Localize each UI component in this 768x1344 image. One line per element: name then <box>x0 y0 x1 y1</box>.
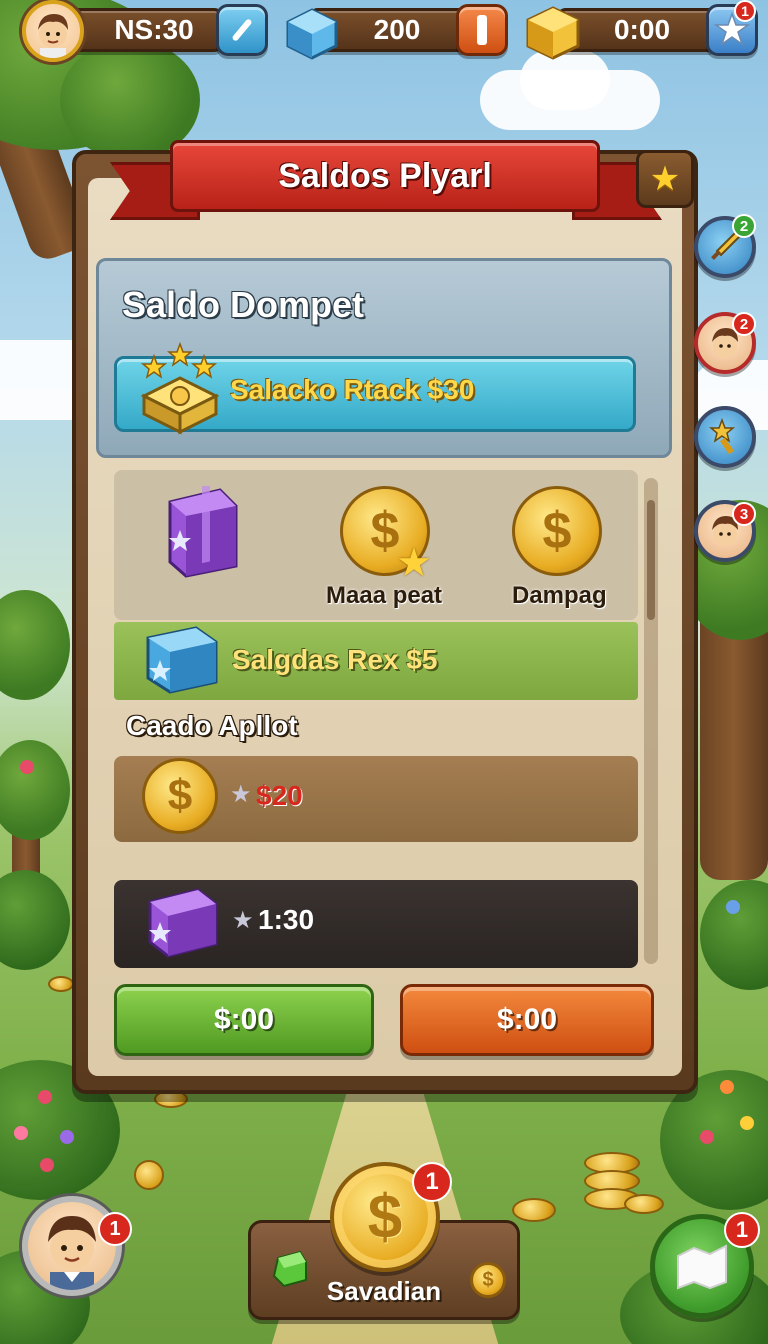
resource-3-value: 0:00 <box>613 14 671 45</box>
blue-gem-icon <box>284 6 340 67</box>
shop-label: Savadian <box>326 1276 442 1306</box>
wallet-balance-text: Salacko Rtack $30 <box>230 374 475 405</box>
item-label-3: Dampag <box>512 582 607 609</box>
side-badge-2: 2 <box>732 312 756 336</box>
orange-pause-button[interactable] <box>456 4 508 56</box>
profile-badge: 1 <box>98 1212 132 1246</box>
panel-title: Saldos Plyarl <box>278 156 492 195</box>
side-button-quest[interactable] <box>694 406 756 468</box>
green-reward-text: Salgdas Rex $5 <box>232 644 438 675</box>
orange-action-button[interactable]: $:00 <box>400 984 654 1056</box>
side-badge-1: 2 <box>732 214 756 238</box>
pencil-icon <box>232 19 252 41</box>
gold-coin-icon[interactable]: $ <box>512 486 602 576</box>
star-icon: ★ <box>396 541 432 585</box>
star-badge: 1 <box>734 0 756 22</box>
shop-badge: 1 <box>412 1162 452 1202</box>
blue-box-icon <box>142 618 222 703</box>
purple-box-icon[interactable] <box>160 483 242 583</box>
dollar-coin-icon: $ <box>367 1182 403 1252</box>
reward-row-box-value: 1:30 <box>258 904 315 935</box>
orange-button-label: $:00 <box>496 1003 558 1036</box>
reward-row-coin-value: $20 <box>256 780 303 811</box>
green-action-button[interactable]: $:00 <box>114 984 374 1056</box>
favorite-button[interactable]: ★ <box>636 150 694 208</box>
orange-pause-icon <box>477 15 487 45</box>
title-ribbon: Saldos Plyarl <box>110 140 662 222</box>
edit-button[interactable] <box>216 4 268 56</box>
gold-coin-icon: $ <box>142 758 218 834</box>
silver-star-icon: ★ <box>230 781 252 808</box>
item-label-2: Maaa peat <box>326 582 443 609</box>
resource-pill-1: NS:30 <box>64 8 224 52</box>
top-bar: NS:30 200 0:00 1 <box>0 0 768 62</box>
map-icon <box>677 1244 727 1290</box>
section-label: Caado Apllot <box>126 710 298 741</box>
side-badge-4: 3 <box>732 502 756 526</box>
avatar-icon <box>38 14 68 58</box>
purple-box-icon <box>144 882 220 967</box>
player-avatar[interactable] <box>22 0 84 62</box>
wallet-title: Saldo Dompet <box>122 284 365 325</box>
star-sword-icon <box>708 418 736 455</box>
star-icon: ★ <box>649 160 681 198</box>
silver-star-icon: ★ <box>232 907 254 934</box>
green-button-label: $:00 <box>213 1003 275 1036</box>
gold-cube-icon <box>524 4 582 67</box>
resource-1-value: NS:30 <box>114 14 194 45</box>
resource-2-value: 200 <box>373 14 421 45</box>
player-profile-button[interactable] <box>22 1196 122 1296</box>
scrollbar-thumb[interactable] <box>647 500 655 620</box>
map-badge: 1 <box>724 1212 760 1248</box>
avatar-icon <box>48 1216 96 1290</box>
gold-chest-icon <box>140 341 220 443</box>
